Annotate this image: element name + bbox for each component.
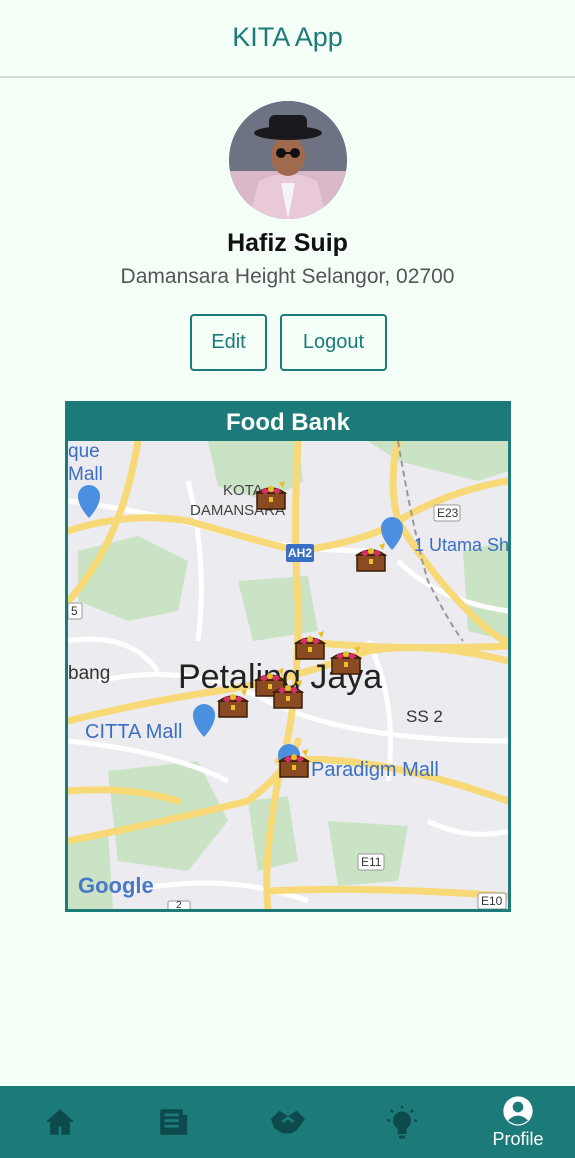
map-label-edge-que: que	[68, 441, 100, 462]
map-label-edge-mall: Mall	[68, 464, 103, 485]
treasure-chest-icon	[278, 749, 310, 778]
bottom-nav: Profile	[0, 1086, 575, 1158]
food-bank-marker[interactable]	[294, 631, 326, 661]
home-icon	[45, 1109, 75, 1135]
food-bank-map[interactable]: KOTA DAMANSARA Petaling Jaya 1 Utama Sh …	[68, 441, 508, 909]
map-label-e11: E11	[361, 855, 382, 869]
map-label-ss2: SS 2	[406, 707, 443, 726]
treasure-chest-icon	[255, 481, 287, 510]
google-logo: Google	[78, 873, 154, 898]
treasure-chest-icon	[272, 680, 304, 709]
food-bank-marker[interactable]	[255, 481, 287, 511]
nav-profile[interactable]: Profile	[478, 1086, 558, 1158]
nav-news[interactable]	[133, 1086, 213, 1158]
nav-donate[interactable]	[248, 1086, 328, 1158]
treasure-chest-icon	[294, 631, 326, 660]
map-label-paradigm-mall: Paradigm Mall	[311, 759, 439, 781]
map-label-edge-bang: bang	[68, 663, 111, 684]
edit-button[interactable]: Edit	[190, 314, 267, 371]
logout-button[interactable]: Logout	[280, 314, 387, 371]
profile-name: Hafiz Suip	[227, 229, 348, 257]
map-label-1-utama: 1 Utama Sh	[414, 535, 508, 555]
treasure-chest-icon	[217, 689, 249, 718]
food-bank-marker[interactable]	[355, 543, 387, 573]
food-bank-marker[interactable]	[278, 749, 310, 779]
treasure-chest-icon	[330, 646, 362, 675]
map-label-citta-mall: CITTA Mall	[85, 721, 183, 743]
news-icon	[160, 1109, 188, 1135]
app-bar: KITA App	[0, 0, 575, 78]
map-label-ah2: AH2	[288, 546, 313, 560]
food-bank-marker[interactable]	[217, 689, 249, 719]
app-title: KITA App	[232, 22, 343, 52]
nav-profile-label: Profile	[492, 1128, 544, 1149]
food-bank-marker[interactable]	[272, 680, 304, 710]
treasure-chest-icon	[355, 543, 387, 572]
avatar	[229, 101, 347, 219]
nav-ideas[interactable]	[362, 1086, 442, 1158]
handshake-icon	[271, 1110, 305, 1134]
nav-home[interactable]	[20, 1086, 100, 1158]
account-circle-icon	[503, 1095, 533, 1126]
map-label-e23: E23	[437, 506, 459, 520]
profile-address: Damansara Height Selangor, 02700	[120, 265, 455, 288]
food-bank-card: Food Bank KOTA DAMANSARA Petaling Jaya 1…	[65, 401, 511, 912]
food-bank-title: Food Bank	[226, 409, 350, 436]
food-bank-marker[interactable]	[330, 646, 362, 676]
map-label-e10: E10	[481, 894, 503, 908]
map-label-route-2: 2	[176, 900, 182, 909]
map-label-route-5: 5	[71, 604, 78, 618]
lightbulb-icon	[387, 1105, 417, 1139]
